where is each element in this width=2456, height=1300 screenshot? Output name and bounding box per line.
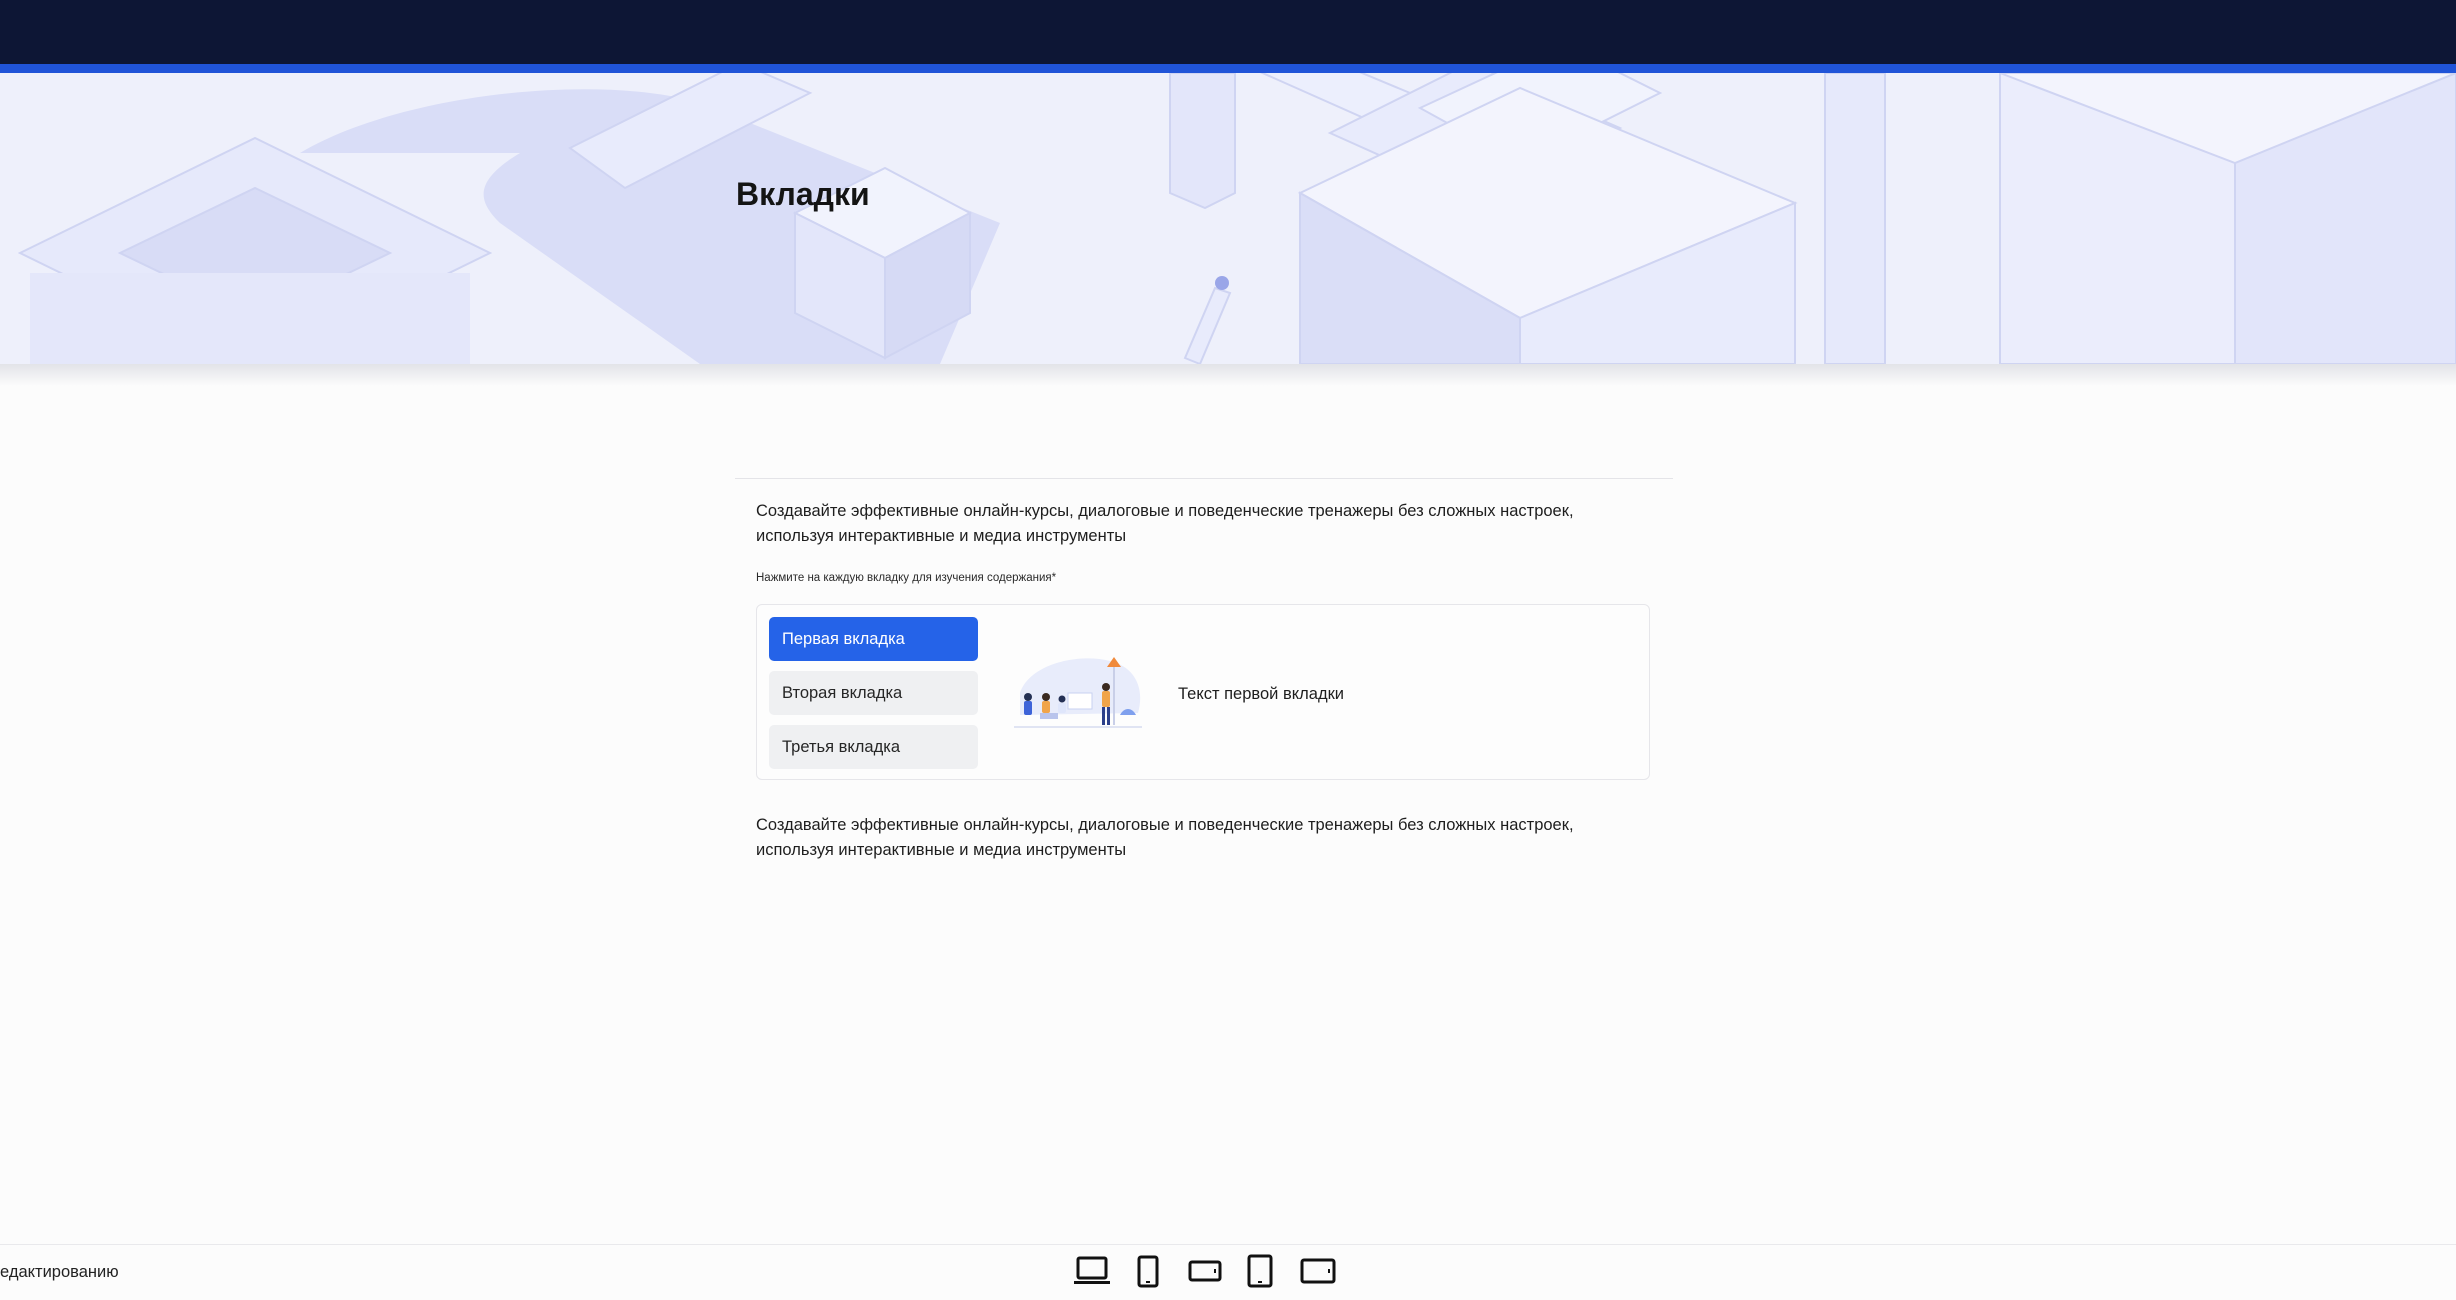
tab-panel-text: Текст первой вкладки [1178,685,1345,703]
top-bar [0,0,2456,64]
outro-paragraph: Создавайте эффективные онлайн-курсы, диа… [756,816,1574,859]
tablet-landscape-icon[interactable] [1300,1254,1336,1288]
tab-third[interactable]: Третья вкладка [769,725,978,769]
back-to-editing-link[interactable]: едактированию [0,1263,119,1282]
phone-portrait-icon[interactable] [1136,1254,1160,1288]
people-meeting-illustration [1014,657,1142,728]
hero-bottom-shadow [0,364,2456,386]
laptop-icon[interactable] [1072,1254,1112,1288]
top-bar-accent-stripe [0,64,2456,73]
content-divider [735,478,1673,479]
tabs-widget: Первая вкладка Вторая вкладка Третья вкл… [756,604,1650,780]
bottom-toolbar [0,1244,2456,1300]
intro-paragraph: Создавайте эффективные онлайн-курсы, диа… [756,502,1574,545]
page-title: Вкладки [736,176,870,212]
tabs-hint-text: Нажмите на каждую вкладку для изучения с… [756,572,1057,584]
tab-second[interactable]: Вторая вкладка [769,671,978,715]
phone-landscape-icon[interactable] [1188,1254,1222,1288]
isometric-background-illustration [17,73,2456,364]
tablet-portrait-icon[interactable] [1246,1254,1274,1288]
tab-first[interactable]: Первая вкладка [769,617,978,661]
hero-banner [0,73,2456,364]
